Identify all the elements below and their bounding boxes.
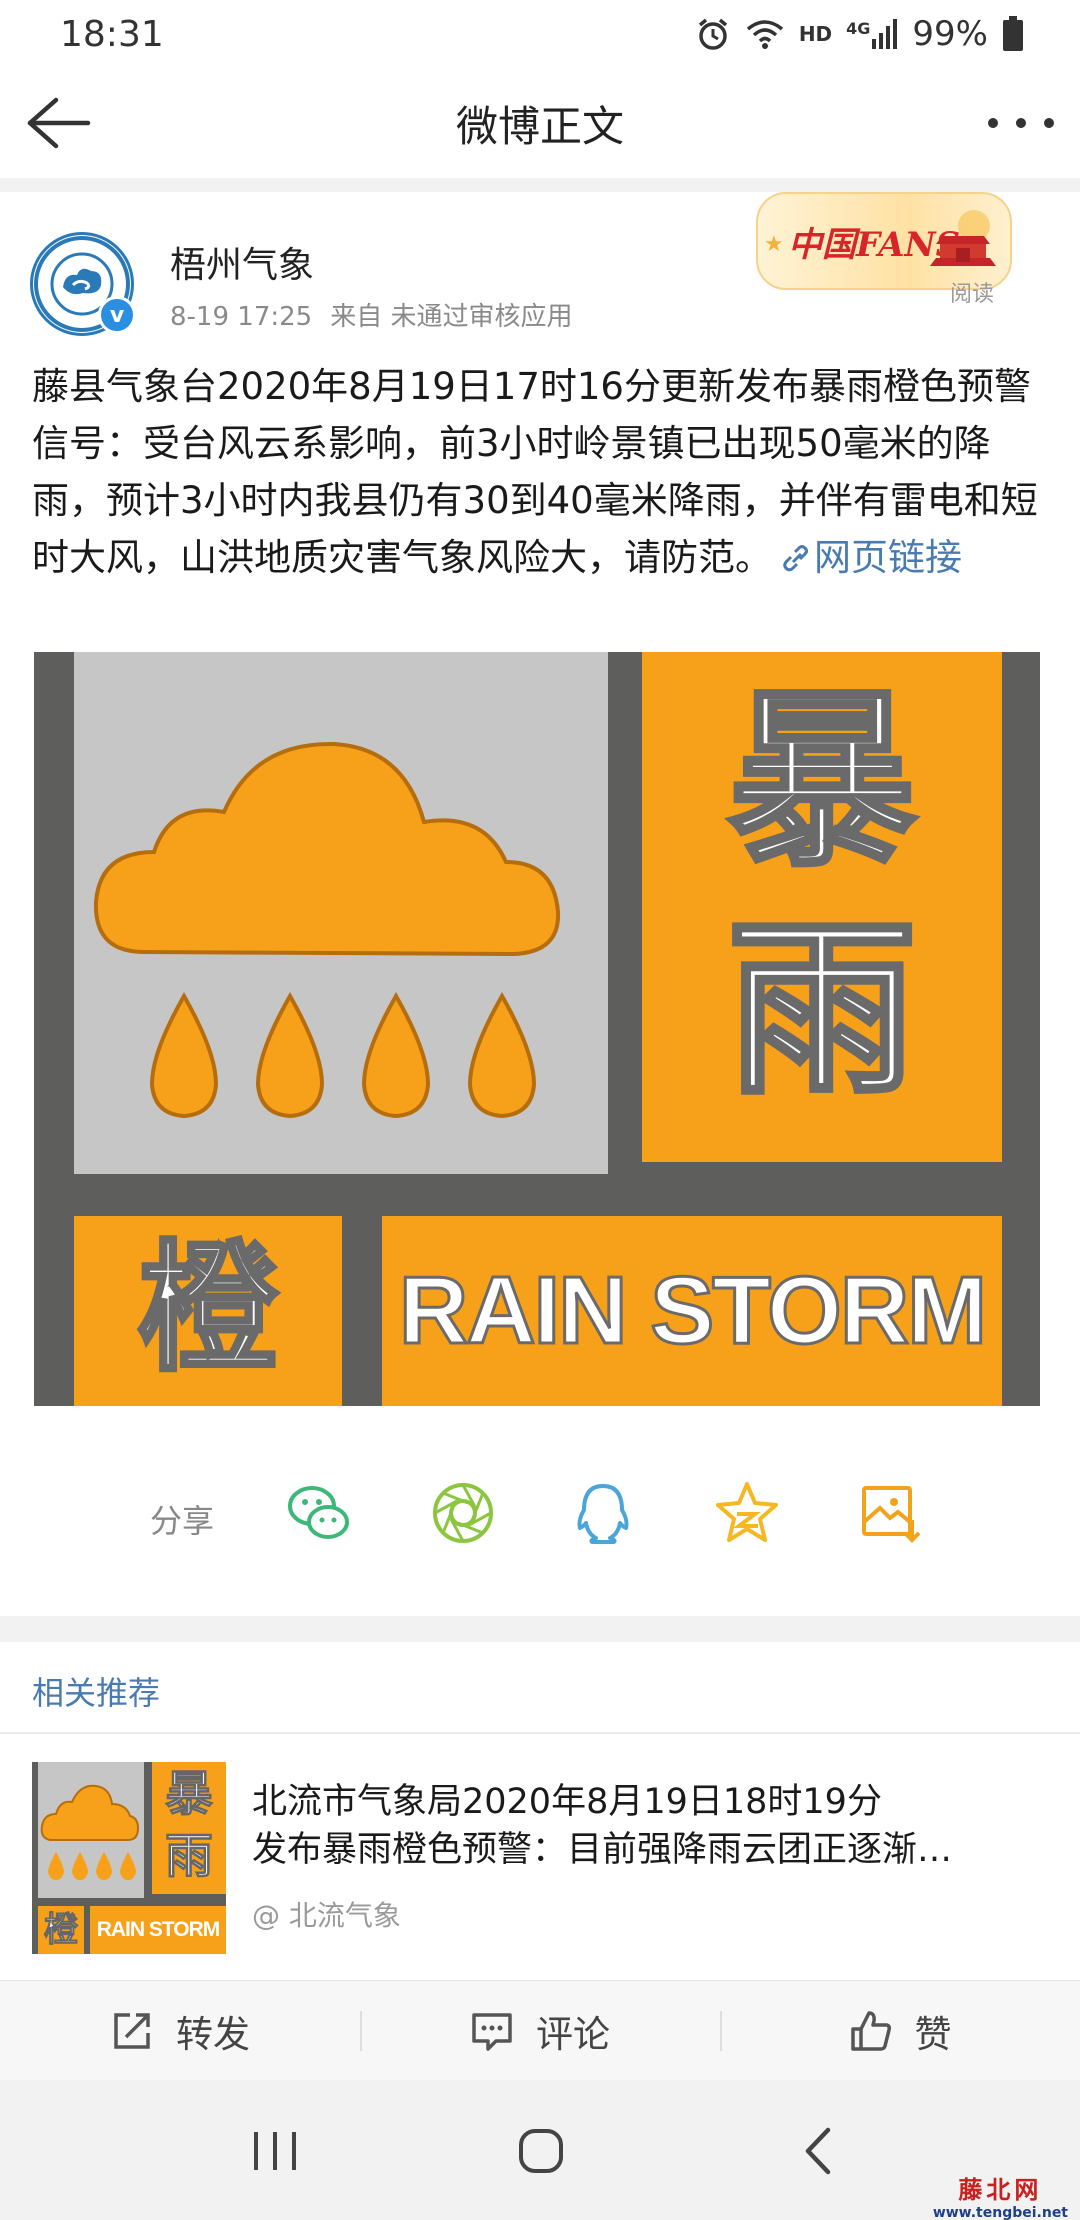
divider — [0, 1732, 1080, 1734]
related-section-title: 相关推荐 — [32, 1674, 161, 1712]
english-panel: RAIN STORM — [382, 1216, 1002, 1406]
nav-bar: 微博正文 — [0, 68, 1080, 178]
link-icon — [783, 545, 808, 572]
related-item-text[interactable]: 北流市气象局2020年8月19日18时19分 发布暴雨橙色预警：目前强降雨云团正… — [252, 1778, 1052, 1874]
more-options-icon[interactable] — [988, 108, 1054, 138]
thumb-orange-panel: 橙 — [38, 1906, 84, 1954]
post-time: 8-19 17:25 — [170, 302, 313, 332]
rainstorm-warning-image[interactable]: 暴 雨 橙 RAIN STORM — [34, 652, 1040, 1406]
read-count-label: 阅读 — [950, 282, 995, 307]
save-image-icon[interactable] — [856, 1478, 926, 1548]
repost-button[interactable]: 转发 — [0, 1981, 360, 2080]
char-cheng: 橙 — [136, 1228, 280, 1392]
like-button[interactable]: 赞 — [720, 1981, 1080, 2080]
verified-badge-icon: v — [98, 296, 136, 334]
like-label: 赞 — [914, 2012, 952, 2056]
thumb-rain-storm-label: RAIN STORM — [96, 1918, 221, 1941]
thumb-char-yu: 雨 — [164, 1828, 213, 1885]
qzone-icon[interactable] — [712, 1478, 782, 1548]
back-nav-icon[interactable] — [786, 2122, 856, 2182]
section-divider — [0, 1616, 1080, 1642]
post-body: 藤县气象台2020年8月19日17时16分更新发布暴雨橙色预警信号：受台风云系影… — [32, 358, 1050, 586]
network-type: 4G — [846, 19, 871, 38]
web-link-label: 网页链接 — [814, 536, 962, 579]
wechat-icon[interactable] — [284, 1478, 354, 1548]
hd-indicator: HD — [798, 22, 833, 46]
alarm-icon — [695, 16, 731, 52]
system-nav-bar — [0, 2080, 1080, 2220]
repost-label: 转发 — [176, 2012, 250, 2056]
orange-level-panel: 橙 — [74, 1216, 342, 1406]
battery-level: 99% — [912, 14, 988, 54]
rain-cloud-icon — [40, 1784, 140, 1880]
thumbs-up-icon — [850, 2010, 891, 2051]
status-time: 18:31 — [60, 13, 164, 55]
back-arrow-icon[interactable] — [24, 92, 94, 154]
section-divider — [0, 178, 1080, 192]
comment-button[interactable]: 评论 — [360, 1981, 720, 2080]
status-bar: 18:31 HD 4G 99% — [0, 0, 1080, 68]
rain-storm-label: RAIN STORM — [397, 1256, 988, 1366]
thumb-char-cheng: 橙 — [44, 1910, 79, 1951]
comment-label: 评论 — [536, 2012, 610, 2056]
recent-apps-icon[interactable] — [240, 2122, 310, 2182]
post-source: 来自 未通过审核应用 — [330, 302, 573, 332]
battery-icon — [1002, 16, 1024, 52]
comment-icon — [472, 2012, 512, 2051]
watermark-cn: 藤北网 — [958, 2175, 1043, 2204]
related-thumbnail[interactable]: 暴 雨 橙 RAIN STORM — [32, 1762, 226, 1954]
related-line-2: 发布暴雨橙色预警：目前强降雨云团正逐渐… — [252, 1830, 953, 1870]
rain-cloud-icon — [93, 741, 561, 1119]
thumb-english-panel: RAIN STORM — [90, 1906, 226, 1954]
wifi-icon — [745, 17, 785, 51]
rainstorm-char-panel: 暴 雨 — [642, 652, 1002, 1162]
thumb-char-panel: 暴 雨 — [152, 1762, 226, 1894]
thumb-cloud-panel — [38, 1762, 144, 1898]
qq-icon[interactable] — [568, 1478, 638, 1548]
signal-icon: 4G — [846, 19, 898, 49]
thumb-char-bao: 暴 — [164, 1766, 213, 1823]
watermark-url: www.tengbei.net — [932, 2205, 1068, 2220]
web-link[interactable]: 网页链接 — [772, 536, 962, 579]
char-bao: 暴 — [725, 670, 919, 894]
cloud-panel — [74, 652, 608, 1174]
related-author[interactable]: @ 北流气象 — [252, 1894, 401, 1934]
share-row: 分享 — [0, 1468, 1080, 1568]
char-yu: 雨 — [725, 898, 919, 1122]
status-icons: HD 4G 99% — [695, 14, 1024, 54]
site-watermark: 藤北网 www.tengbei.net — [933, 2170, 1068, 2220]
action-bar: 转发 评论 赞 — [0, 1980, 1080, 2080]
moments-icon[interactable] — [428, 1478, 498, 1548]
author-name[interactable]: 梧州气象 — [170, 236, 314, 288]
star-icon: ★ — [764, 232, 784, 257]
tiananmen-icon — [930, 210, 996, 266]
home-icon[interactable] — [506, 2122, 576, 2182]
page-title: 微博正文 — [455, 101, 624, 151]
share-label: 分享 — [150, 1502, 215, 1540]
related-line-1: 北流市气象局2020年8月19日18时19分 — [252, 1782, 882, 1822]
post-meta: 8-19 17:25 来自 未通过审核应用 — [170, 296, 572, 333]
repost-icon — [114, 2012, 150, 2049]
